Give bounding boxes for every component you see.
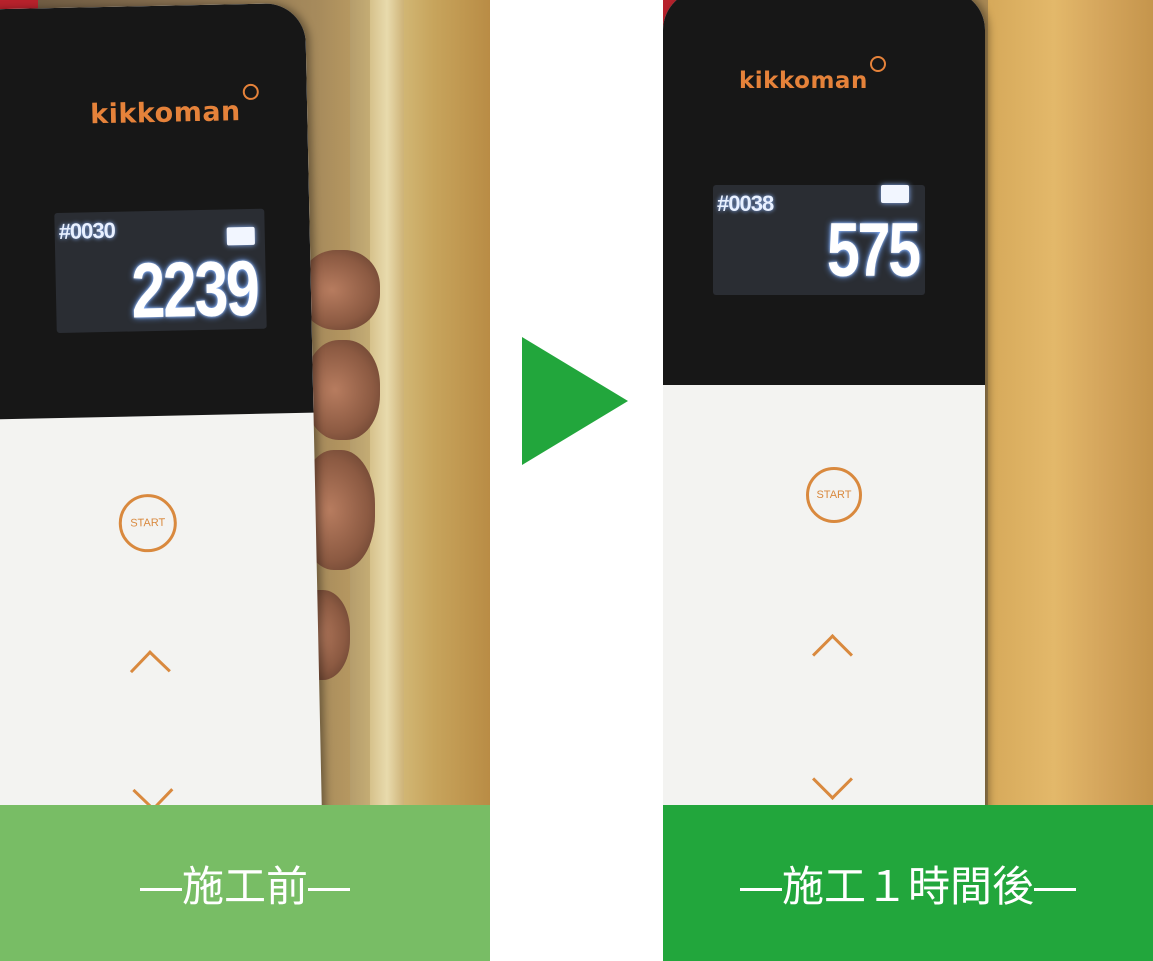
start-label: START (816, 489, 852, 501)
before-panel: kikkoman #0030 2239 START ―施工前― (0, 0, 490, 961)
brand-label: kikkoman (89, 96, 242, 131)
finger (300, 250, 380, 330)
start-button: START (118, 493, 178, 553)
chevron-up-icon (811, 633, 854, 676)
before-caption-text: ―施工前― (139, 861, 350, 911)
start-button: START (806, 467, 862, 523)
brand-logo: kikkoman (739, 56, 886, 94)
brand-logo: kikkoman (89, 83, 259, 131)
finger (305, 340, 380, 440)
battery-icon (881, 185, 909, 203)
after-panel: kikkoman #0038 575 START ―施工１時間後― (663, 0, 1153, 961)
registered-icon (242, 83, 259, 101)
device-head: kikkoman #0038 575 (663, 0, 985, 385)
before-caption: ―施工前― (0, 805, 490, 961)
battery-icon (226, 226, 255, 246)
after-caption: ―施工１時間後― (663, 805, 1153, 961)
reading-value: 575 (827, 208, 921, 293)
after-photo: kikkoman #0038 575 START (663, 0, 1153, 805)
before-photo: kikkoman #0030 2239 START (0, 0, 490, 805)
luminometer-device: kikkoman #0030 2239 START (0, 2, 323, 805)
reading-id: #0038 (717, 191, 774, 216)
chevron-up-icon (129, 650, 171, 692)
registered-icon (869, 56, 886, 72)
reading-value: 2239 (130, 243, 259, 335)
after-caption-text: ―施工１時間後― (739, 861, 1076, 911)
chevron-down-icon (132, 770, 174, 805)
play-triangle-icon (522, 337, 628, 465)
reading-id: #0030 (58, 217, 116, 244)
luminometer-device: kikkoman #0038 575 START (663, 0, 985, 805)
device-head: kikkoman #0030 2239 (0, 2, 314, 420)
lcd-screen: #0038 575 (713, 185, 925, 295)
start-label: START (130, 516, 166, 530)
lcd-screen: #0030 2239 (54, 208, 267, 335)
brand-label: kikkoman (739, 68, 868, 94)
comparison-figure: kikkoman #0030 2239 START ―施工前― kikkoman… (0, 0, 1153, 961)
chevron-down-icon (811, 758, 854, 801)
